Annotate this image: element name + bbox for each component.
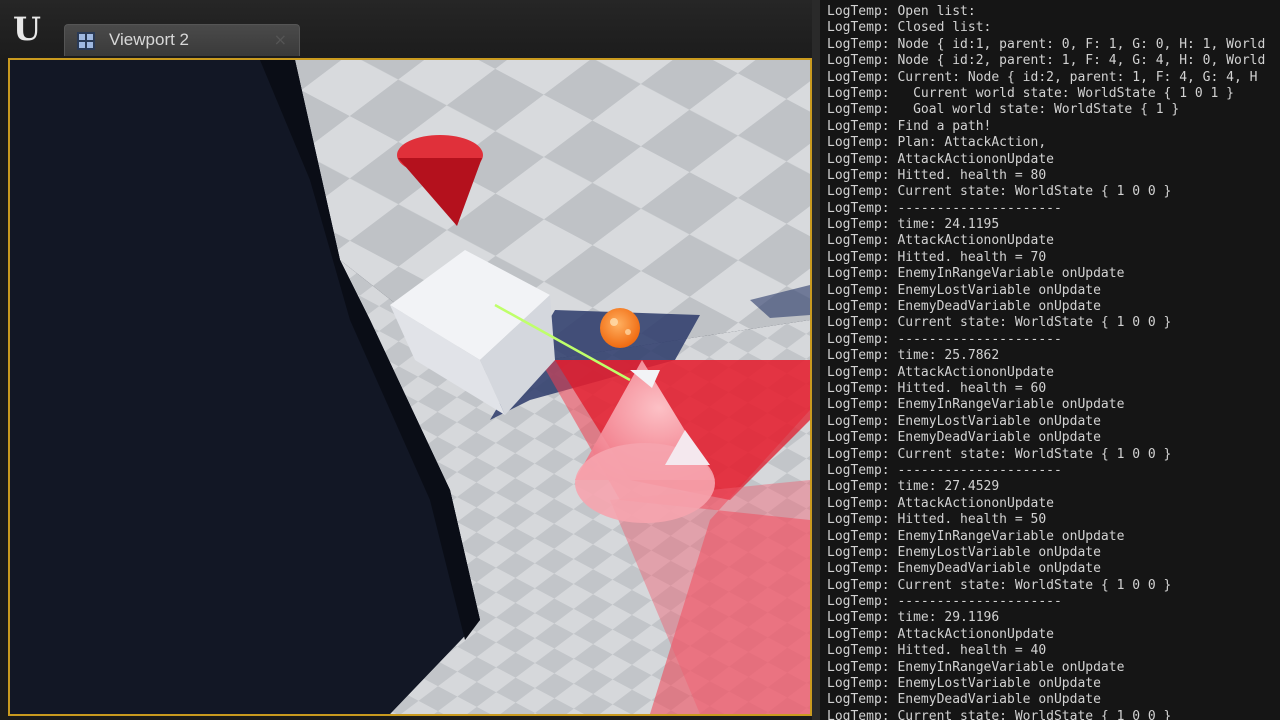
log-line: LogTemp: Current state: WorldState { 1 0… [827, 315, 1172, 331]
close-icon[interactable]: × [274, 30, 287, 50]
log-line: LogTemp: AttackActiononUpdate [827, 495, 1054, 511]
log-line: LogTemp: EnemyInRangeVariable onUpdate [827, 397, 1125, 413]
output-log-panel: LogTemp: Open list: LogTemp: Closed list:… [820, 0, 1280, 720]
log-line: LogTemp: Current: Node { id:2, parent: 1… [827, 69, 1258, 85]
log-line: LogTemp: Hitted. health = 60 [827, 380, 1047, 396]
log-line: LogTemp: EnemyLostVariable onUpdate [827, 413, 1101, 429]
log-line: LogTemp: EnemyInRangeVariable onUpdate [827, 266, 1125, 282]
log-line: LogTemp: EnemyDeadVariable onUpdate [827, 299, 1101, 315]
log-line: LogTemp: --------------------- [827, 462, 1062, 478]
log-line: LogTemp: EnemyInRangeVariable onUpdate [827, 528, 1125, 544]
log-line: LogTemp: Find a path! [827, 118, 992, 134]
viewport-grid-icon [77, 32, 95, 50]
log-line: LogTemp: AttackActiononUpdate [827, 364, 1054, 380]
log-line: LogTemp: Current state: WorldState { 1 0… [827, 446, 1172, 462]
log-line: LogTemp: time: 27.4529 [827, 479, 1000, 495]
log-line: LogTemp: --------------------- [827, 331, 1062, 347]
log-line: LogTemp: Current state: WorldState { 1 0… [827, 577, 1172, 593]
log-line: LogTemp: time: 25.7862 [827, 348, 1000, 364]
log-line: LogTemp: Goal world state: WorldState { … [827, 102, 1180, 118]
log-line: LogTemp: EnemyInRangeVariable onUpdate [827, 659, 1125, 675]
log-line: LogTemp: time: 29.1196 [827, 610, 1000, 626]
editor-titlebar: U Viewport 2 × [0, 0, 812, 58]
log-line: LogTemp: Closed list: [827, 20, 992, 36]
tab-label: Viewport 2 [109, 30, 190, 49]
log-line: LogTemp: EnemyDeadVariable onUpdate [827, 561, 1101, 577]
log-line: LogTemp: Plan: AttackAction, [827, 135, 1047, 151]
log-line: LogTemp: Hitted. health = 40 [827, 643, 1047, 659]
unreal-logo-icon[interactable]: U [8, 10, 46, 48]
log-line: LogTemp: Open list: [827, 4, 976, 19]
log-line: LogTemp: AttackActiononUpdate [827, 626, 1054, 642]
log-line: LogTemp: EnemyLostVariable onUpdate [827, 544, 1101, 560]
editor-window: U Viewport 2 × [0, 0, 812, 720]
scene-render [10, 60, 810, 714]
log-line: LogTemp: Current state: WorldState { 1 0… [827, 184, 1172, 200]
viewport-3d-scene[interactable] [8, 58, 812, 716]
log-line: LogTemp: EnemyDeadVariable onUpdate [827, 692, 1101, 708]
log-line: LogTemp: Hitted. health = 70 [827, 249, 1047, 265]
log-line: LogTemp: time: 24.1195 [827, 217, 1000, 233]
log-list: LogTemp: Open list: LogTemp: Closed list:… [827, 4, 1265, 720]
log-line: LogTemp: EnemyLostVariable onUpdate [827, 676, 1101, 692]
tab-viewport-2[interactable]: Viewport 2 × [64, 24, 300, 56]
log-line: LogTemp: Current world state: WorldState… [827, 85, 1234, 101]
panel-splitter[interactable] [812, 0, 820, 720]
log-line: LogTemp: EnemyDeadVariable onUpdate [827, 430, 1101, 446]
log-line: LogTemp: AttackActiononUpdate [827, 151, 1054, 167]
log-line: LogTemp: EnemyLostVariable onUpdate [827, 282, 1101, 298]
log-line: LogTemp: Hitted. health = 80 [827, 167, 1047, 183]
log-line: LogTemp: --------------------- [827, 594, 1062, 610]
log-line: LogTemp: AttackActiononUpdate [827, 233, 1054, 249]
log-line: LogTemp: Node { id:2, parent: 1, F: 4, G… [827, 53, 1266, 69]
log-line: LogTemp: Node { id:1, parent: 0, F: 1, G… [827, 36, 1266, 52]
log-line: LogTemp: Current state: WorldState { 1 0… [827, 708, 1172, 720]
log-line: LogTemp: Hitted. health = 50 [827, 512, 1047, 528]
log-line: LogTemp: --------------------- [827, 200, 1062, 216]
